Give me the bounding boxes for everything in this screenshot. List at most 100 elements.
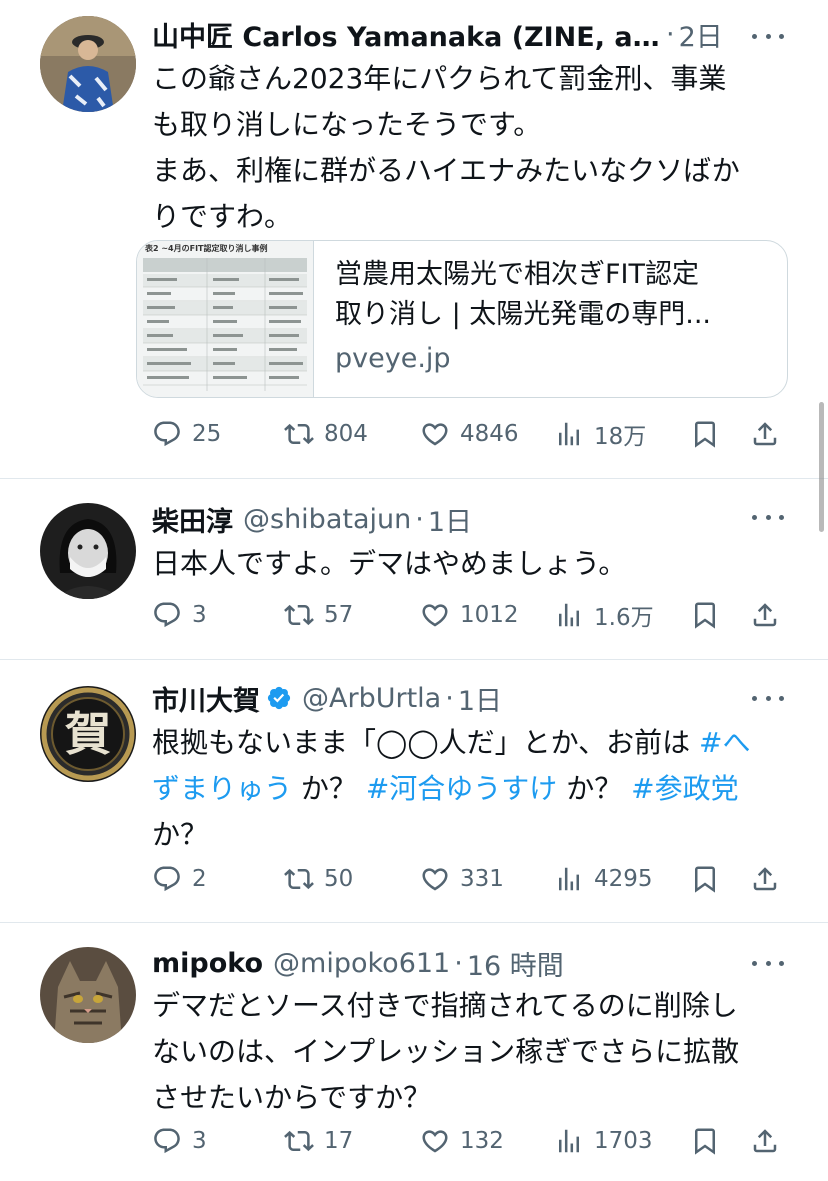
bookmark-icon: [690, 1126, 720, 1156]
share-button[interactable]: [750, 414, 790, 454]
link-card-title: 営農用太陽光で相次ぎFIT認定 取り消し | 太陽光発電の専門...: [335, 255, 765, 335]
like-count: 4846: [460, 421, 519, 447]
verified-icon: [266, 685, 292, 711]
display-name[interactable]: 山中匠 Carlos Yamanaka (ZINE, a...: [152, 15, 662, 54]
view-count: 4295: [594, 866, 653, 892]
tweet-header: 柴田淳 @shibatajun · 1日: [152, 499, 804, 539]
avatar[interactable]: [40, 503, 136, 599]
like-icon: [420, 1126, 450, 1156]
more-icon[interactable]: [752, 30, 784, 42]
display-name[interactable]: 市川大賀: [152, 679, 260, 718]
retweet-button[interactable]: 50: [284, 859, 353, 899]
view-count: 1703: [594, 1128, 653, 1154]
reply-icon: [152, 864, 182, 894]
tweet[interactable]: mipoko @mipoko611 · 16 時間 デマだとソース付きで指摘され…: [0, 923, 828, 1181]
tweet-header: mipoko @mipoko611 · 16 時間: [152, 943, 804, 983]
avatar[interactable]: 賀: [40, 686, 136, 782]
hashtag-link[interactable]: #へ: [699, 726, 750, 759]
user-handle[interactable]: @ArbUrtla: [302, 683, 441, 714]
bookmark-icon: [690, 864, 720, 894]
tweet-text-line: させたいからですか？: [152, 1081, 432, 1114]
display-name[interactable]: 柴田淳: [152, 500, 233, 539]
more-icon[interactable]: [752, 957, 784, 969]
tweet[interactable]: 山中匠 Carlos Yamanaka (ZINE, a... · 2日 この爺…: [0, 0, 828, 478]
tweet-text-line: りですわ。: [152, 200, 293, 233]
like-icon: [420, 600, 450, 630]
bookmark-button[interactable]: [690, 1121, 730, 1161]
tweet[interactable]: 賀 市川大賀 @ArbUrtla · 1日 根拠もないまま「◯◯人だ」とか、お前…: [0, 660, 828, 922]
link-card-domain: pveye.jp: [335, 343, 451, 374]
bookmark-button[interactable]: [690, 414, 730, 454]
separator-dot: ·: [415, 503, 424, 535]
retweet-icon: [284, 1126, 314, 1156]
user-handle[interactable]: @mipoko611: [273, 948, 450, 979]
tweet-text-line: も取り消しになったそうです。: [152, 108, 542, 141]
timestamp[interactable]: 2日: [679, 15, 723, 54]
avatar[interactable]: [40, 16, 136, 112]
tweet-actions: 3 17 132 1703: [152, 1121, 792, 1161]
text-segment: 根拠もないまま「◯◯人だ」とか、お前は: [152, 726, 700, 759]
share-button[interactable]: [750, 595, 790, 635]
tweet-text-line: この爺さん2023年にパクられて罰金刑、事業: [152, 62, 727, 95]
hashtag-link[interactable]: #参政党: [631, 772, 738, 805]
bookmark-icon: [690, 600, 720, 630]
share-icon: [750, 600, 780, 630]
tweet-actions: 2 50 331 4295: [152, 859, 792, 899]
like-button[interactable]: 331: [420, 859, 504, 899]
tweet-actions: 25 804 4846 18万: [152, 414, 792, 454]
avatar-image: [40, 16, 136, 112]
retweet-count: 804: [324, 421, 368, 447]
tweet[interactable]: 柴田淳 @shibatajun · 1日 日本人ですよ。デマはやめましょう。 3…: [0, 479, 828, 659]
tweet-text: この爺さん2023年にパクられて罰金刑、事業 も取り消しになったそうです。 まあ…: [152, 56, 792, 240]
views-button[interactable]: 1.6万: [554, 595, 654, 635]
user-handle[interactable]: @shibatajun: [243, 504, 411, 535]
views-icon: [554, 864, 584, 894]
retweet-icon: [284, 419, 314, 449]
share-icon: [750, 1126, 780, 1156]
display-name[interactable]: mipoko: [152, 948, 263, 979]
tweet-header: 市川大賀 @ArbUrtla · 1日: [152, 678, 804, 718]
more-icon[interactable]: [752, 511, 784, 523]
bookmark-icon: [690, 419, 720, 449]
share-icon: [750, 864, 780, 894]
timestamp[interactable]: 1日: [458, 679, 502, 718]
separator-dot: ·: [666, 18, 675, 50]
views-button[interactable]: 1703: [554, 1121, 653, 1161]
retweet-count: 17: [324, 1128, 354, 1154]
scrollbar[interactable]: [819, 402, 824, 532]
like-button[interactable]: 1012: [420, 595, 519, 635]
view-count: 1.6万: [594, 605, 654, 631]
thumbnail-table: [143, 258, 307, 391]
hashtag-link[interactable]: #河合ゆうすけ: [366, 772, 557, 805]
retweet-button[interactable]: 17: [284, 1121, 353, 1161]
text-segment: か？: [557, 772, 632, 805]
avatar-image: [40, 503, 136, 599]
like-button[interactable]: 132: [420, 1121, 504, 1161]
more-icon[interactable]: [752, 692, 784, 704]
hashtag-link[interactable]: ずまりゅう: [152, 772, 292, 805]
retweet-button[interactable]: 57: [284, 595, 353, 635]
views-button[interactable]: 4295: [554, 859, 653, 899]
link-card[interactable]: 表2 ~4月のFIT認定取り消し事例 営農用太陽光で相次ぎFIT認定 取り消し …: [136, 240, 788, 398]
bookmark-button[interactable]: [690, 859, 730, 899]
link-card-title-line: 営農用太陽光で相次ぎFIT認定: [335, 259, 699, 290]
tweet-text-line: 日本人ですよ。デマはやめましょう。: [152, 547, 627, 580]
views-button[interactable]: 18万: [554, 414, 646, 454]
share-button[interactable]: [750, 859, 790, 899]
timestamp[interactable]: 1日: [428, 500, 472, 539]
text-segment: か？: [292, 772, 366, 805]
reply-button[interactable]: 25: [152, 414, 221, 454]
bookmark-button[interactable]: [690, 595, 730, 635]
reply-count: 3: [192, 1128, 207, 1154]
like-icon: [420, 864, 450, 894]
retweet-button[interactable]: 804: [284, 414, 368, 454]
avatar[interactable]: [40, 947, 136, 1043]
share-button[interactable]: [750, 1121, 790, 1161]
reply-button[interactable]: 3: [152, 595, 207, 635]
retweet-icon: [284, 864, 314, 894]
tweet-actions: 3 57 1012 1.6万: [152, 595, 792, 635]
timestamp[interactable]: 16 時間: [467, 944, 564, 983]
reply-button[interactable]: 2: [152, 859, 207, 899]
like-button[interactable]: 4846: [420, 414, 519, 454]
reply-button[interactable]: 3: [152, 1121, 207, 1161]
